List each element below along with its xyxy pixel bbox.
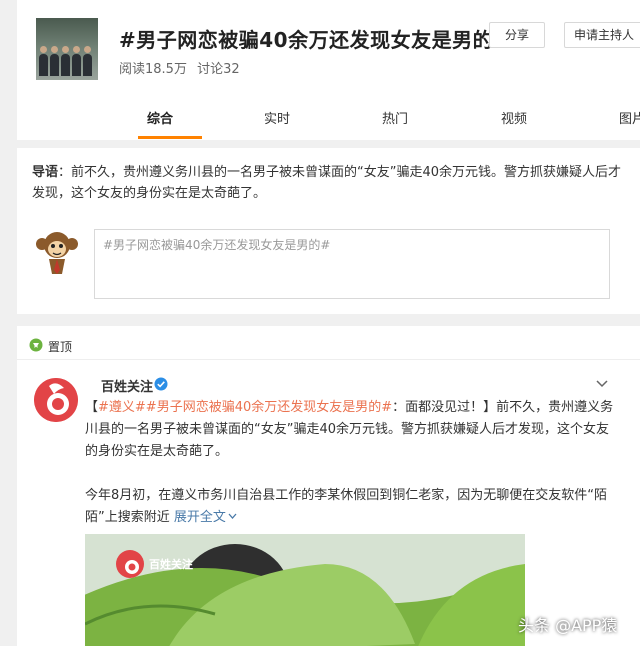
topic-stats: 阅读18.5万 讨论32 (119, 58, 240, 77)
expand-label: 展开全文 (173, 510, 226, 525)
watermark-text: 头条 @APP猿 (518, 616, 618, 635)
tab-hot[interactable]: 热门 (382, 108, 408, 127)
lead-prefix: 导语 (32, 165, 59, 180)
post-paragraph-2: 今年8月初，在遵义市务川自治县工作的李某休假回到铜仁老家，因为无聊便在交友软件“… (85, 485, 630, 529)
pinned-label: 置顶 (48, 340, 73, 354)
post-paragraph-2-text: 今年8月初，在遵义市务川自治县工作的李某休假回到铜仁老家，因为无聊便在交友软件“… (85, 488, 608, 525)
tab-comprehensive[interactable]: 综合 (147, 108, 173, 127)
post-composer-input[interactable]: #男子网恋被骗40余万还发现女友是男的# (94, 229, 610, 299)
pin-icon (29, 338, 43, 352)
author-name[interactable]: 百姓关注 (101, 376, 153, 395)
topic-cover-image (36, 18, 98, 80)
tab-video[interactable]: 视频 (501, 108, 527, 127)
pinned-row: 置顶 (17, 326, 640, 360)
media-illustration (85, 534, 525, 646)
mascot-icon (36, 232, 78, 274)
read-count: 阅读18.5万 (119, 62, 187, 77)
expand-full-link[interactable]: 展开全文 (174, 510, 237, 525)
post-topic-link[interactable]: #遵义##男子网恋被骗40余万还发现女友是男的# (98, 400, 392, 415)
media-logo-text: 百姓关注 (149, 558, 193, 571)
topic-header: #男子网恋被骗40余万还发现女友是男的# 阅读18.5万 讨论32 分享 申请主… (17, 0, 640, 140)
author-avatar[interactable] (34, 378, 78, 422)
lead-card: 导语：前不久，贵州遵义务川县的一名男子被未曾谋面的“女友”骗走40余万元钱。警方… (17, 148, 640, 314)
chevron-down-icon[interactable] (596, 380, 608, 388)
topic-title: #男子网恋被骗40余万还发现女友是男的# (119, 28, 511, 52)
tab-bar: 综合 实时 热门 视频 图片 (17, 108, 640, 139)
expand-chevron-icon (228, 513, 237, 519)
feed-card: 置顶 百姓关注 【#遵义##男子网恋被骗40余万还发现女友是男的#：面都没见过！… (17, 326, 640, 646)
tab-images[interactable]: 图片 (619, 108, 640, 127)
verified-icon (154, 377, 168, 391)
lead-body: ：前不久，贵州遵义务川县的一名男子被未曾谋面的“女友”骗走40余万元钱。警方抓获… (32, 165, 622, 201)
lead-text: 导语：前不久，贵州遵义务川县的一名男子被未曾谋面的“女友”骗走40余万元钱。警方… (32, 162, 622, 204)
post-media-image[interactable]: 百姓关注 (85, 534, 525, 646)
tab-realtime[interactable]: 实时 (264, 108, 290, 127)
share-button[interactable]: 分享 (489, 22, 545, 48)
post-text: 【#遵义##男子网恋被骗40余万还发现女友是男的#：面都没见过！】前不久，贵州遵… (85, 397, 615, 463)
discuss-count: 讨论32 (197, 62, 240, 77)
active-tab-indicator (138, 136, 202, 139)
apply-host-button[interactable]: 申请主持人 (564, 22, 640, 48)
post-bracket: 【 (85, 400, 99, 415)
